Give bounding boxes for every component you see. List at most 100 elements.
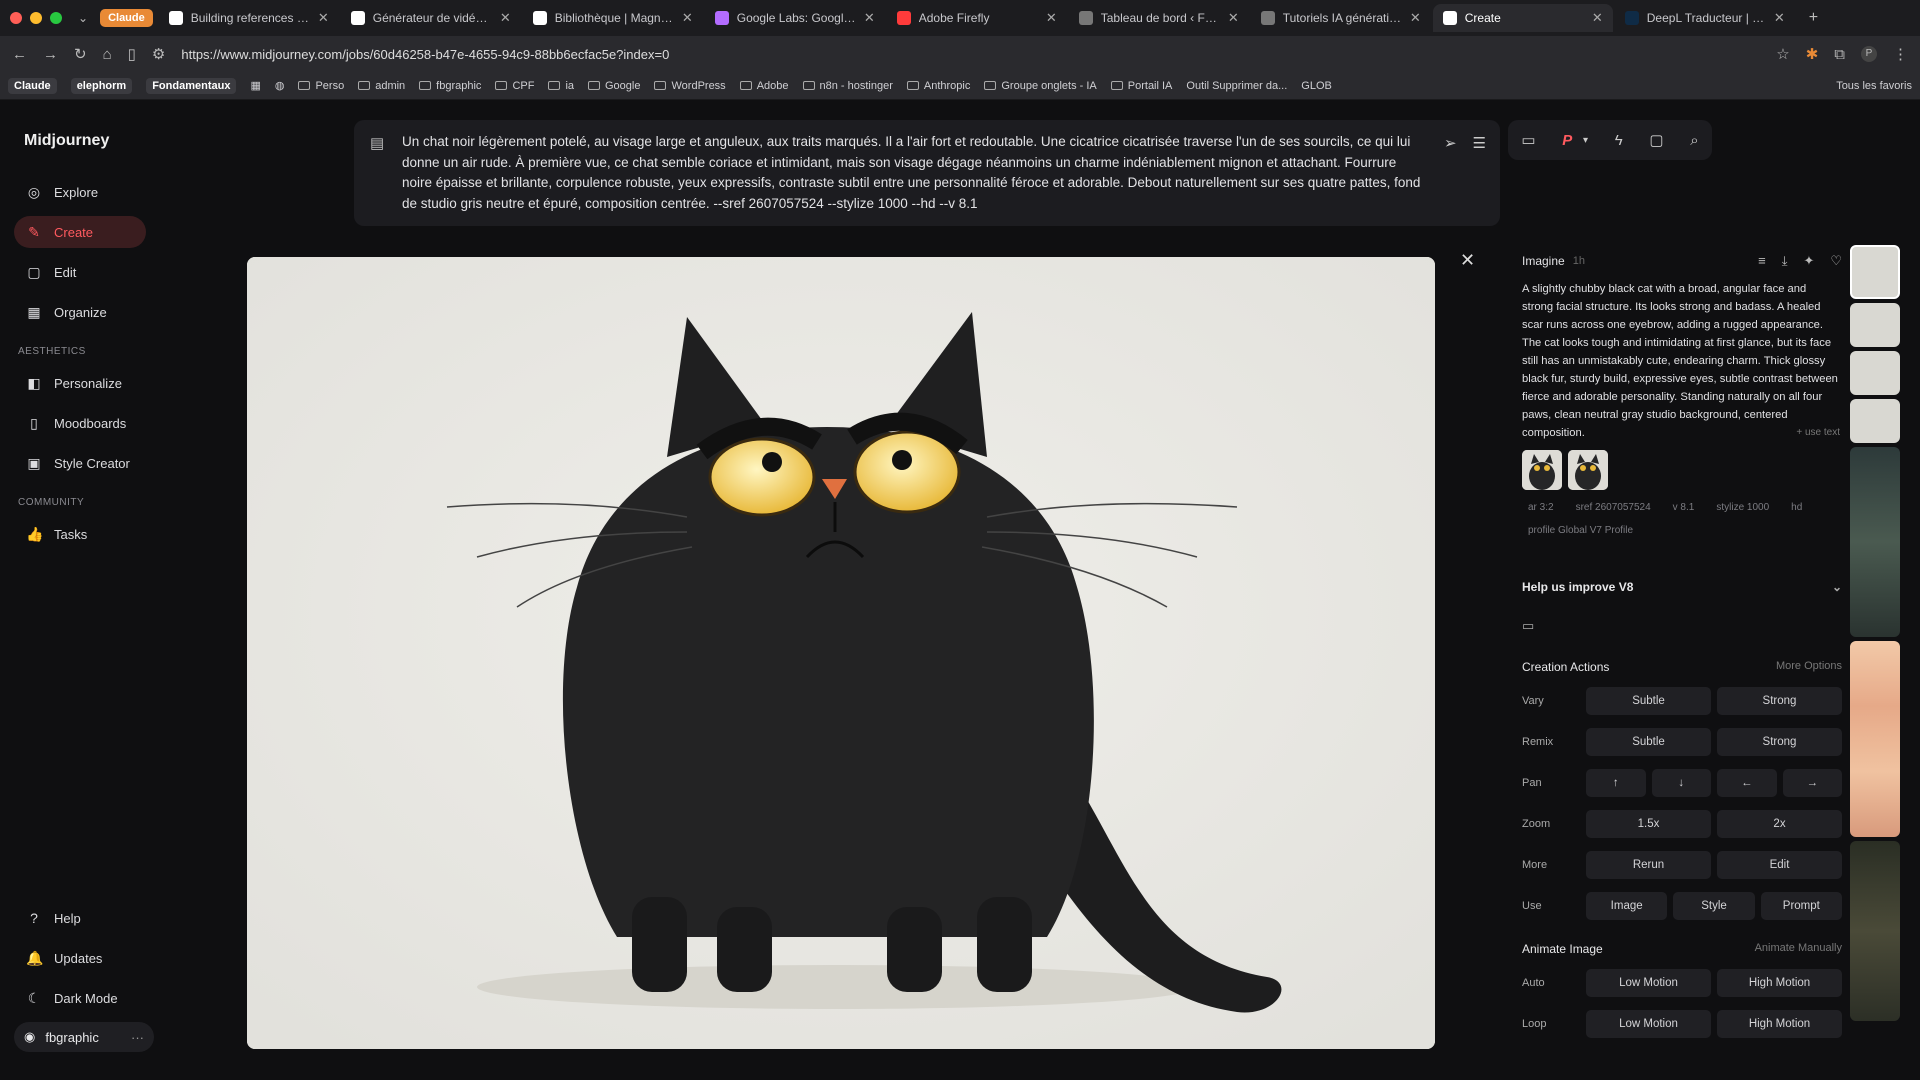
bookmark-folder[interactable]: fbgraphic [419, 80, 481, 92]
sidebar-item-edit[interactable]: ▢ Edit [14, 256, 146, 288]
bookmark-chip[interactable]: Claude [8, 77, 57, 94]
more-options-icon[interactable]: ··· [131, 1030, 144, 1045]
pan-button[interactable]: ↓ [1651, 769, 1711, 797]
auto-button[interactable]: High Motion [1717, 969, 1842, 997]
animate-manually-link[interactable]: Animate Manually [1755, 942, 1842, 956]
parameter-tag[interactable]: sref 2607057524 [1570, 500, 1657, 515]
sidebar-item-explore[interactable]: ◎ Explore [14, 176, 146, 208]
parameter-tag[interactable]: profile Global V7 Profile [1522, 523, 1639, 538]
bookmark-folder[interactable]: Groupe onglets - IA [984, 80, 1097, 92]
browser-tab[interactable]: Adobe Firefly ✕ [887, 4, 1067, 32]
close-window-button[interactable] [10, 12, 22, 24]
minimize-window-button[interactable] [30, 12, 42, 24]
sidebar-item-updates[interactable]: 🔔 Updates [14, 942, 154, 974]
browser-tab[interactable]: Tableau de bord ‹ Format ✕ [1069, 4, 1249, 32]
vary-button[interactable]: Subtle [1586, 687, 1711, 715]
search-icon[interactable]: ⌕ [1690, 132, 1698, 149]
heart-icon[interactable]: ♡ [1830, 253, 1842, 269]
close-tab-icon[interactable]: ✕ [500, 10, 511, 26]
bookmark-link[interactable]: Outil Supprimer da... [1186, 80, 1287, 92]
bookmark-star-icon[interactable]: ☆ [1776, 45, 1789, 63]
reload-icon[interactable]: ↻ [74, 45, 87, 63]
folder-icon[interactable]: ▭ [1522, 618, 1842, 634]
reference-thumbnail[interactable] [1568, 450, 1608, 490]
close-tab-icon[interactable]: ✕ [1774, 10, 1785, 26]
history-thumbnail[interactable] [1850, 303, 1900, 347]
generated-image[interactable] [247, 257, 1435, 1049]
parameter-tag[interactable]: stylize 1000 [1710, 500, 1775, 515]
close-tab-icon[interactable]: ✕ [682, 10, 693, 26]
close-tab-icon[interactable]: ✕ [1228, 10, 1239, 26]
extensions-puzzle-icon[interactable]: ⧉ [1834, 46, 1845, 63]
list-icon[interactable]: ≡ [1758, 253, 1766, 269]
download-icon[interactable]: ⤓ [1782, 253, 1788, 269]
more-button[interactable]: Edit [1717, 851, 1842, 879]
extension-icon[interactable]: ✱ [1806, 45, 1819, 63]
home-icon[interactable]: ⌂ [103, 46, 112, 63]
history-thumbnail[interactable] [1850, 245, 1900, 299]
chat-icon[interactable]: ▢ [1649, 131, 1663, 149]
bookmark-folder[interactable]: ia [548, 80, 574, 92]
vary-button[interactable]: Strong [1717, 687, 1842, 715]
lightning-icon[interactable]: ϟ [1615, 132, 1623, 149]
bookmark-folder[interactable]: Adobe [739, 80, 789, 92]
send-icon[interactable]: ➢ [1444, 134, 1457, 155]
forward-icon[interactable]: → [43, 46, 58, 63]
bookmark-chip[interactable]: Fondamentaux [146, 77, 237, 94]
bookmark-folder[interactable]: admin [358, 80, 405, 92]
bookmark-folder[interactable]: Perso [298, 80, 344, 92]
browser-tab[interactable]: Google Labs: Google's fo ✕ [705, 4, 885, 32]
feedback-section[interactable]: Help us improve V8 ⌄ [1522, 580, 1842, 594]
more-button[interactable]: Rerun [1586, 851, 1711, 879]
chevron-down-icon[interactable]: ▾ [1583, 135, 1588, 146]
parameter-tag[interactable]: ar 3:2 [1522, 500, 1560, 515]
history-thumbnail[interactable] [1850, 841, 1900, 1021]
bookmark-folder[interactable]: Anthropic [906, 80, 970, 92]
pan-button[interactable]: → [1782, 769, 1842, 797]
sidebar-item-dark-mode[interactable]: ☾ Dark Mode [14, 982, 154, 1014]
chevron-down-icon[interactable]: ⌄ [1832, 580, 1842, 594]
use-button[interactable]: Prompt [1760, 892, 1842, 920]
all-bookmarks-folder[interactable]: Tous les favoris [1836, 80, 1912, 92]
remix-button[interactable]: Strong [1717, 728, 1842, 756]
browser-tab[interactable]: Générateur de vidéos I M ✕ [341, 4, 521, 32]
prompt-image-icon[interactable]: ▤ [370, 134, 384, 155]
user-account-button[interactable]: ◉ fbgraphic ··· [14, 1022, 154, 1052]
use-button[interactable]: Style [1673, 892, 1755, 920]
more-options-link[interactable]: More Options [1776, 660, 1842, 674]
browser-tab[interactable]: Building references and g ✕ [159, 4, 339, 32]
tab-list-icon[interactable]: ⌄ [78, 11, 88, 25]
sidebar-toggle-icon[interactable]: ▯ [128, 45, 136, 63]
pan-button[interactable]: ↑ [1586, 769, 1646, 797]
browser-tab[interactable]: DeepL Traducteur | Le m ✕ [1615, 4, 1795, 32]
settings-sliders-icon[interactable]: ☰ [1473, 134, 1486, 155]
pinned-tab-claude[interactable]: Claude [100, 9, 153, 27]
sidebar-item-style-creator[interactable]: ▣ Style Creator [14, 447, 146, 479]
sidebar-item-personalize[interactable]: ◧ Personalize [14, 367, 146, 399]
bookmark-folder[interactable]: CPF [495, 80, 534, 92]
parameter-tag[interactable]: hd [1785, 500, 1808, 515]
folder-icon[interactable]: ▭ [1521, 131, 1535, 149]
history-thumbnail[interactable] [1850, 399, 1900, 443]
bookmark-chip[interactable]: elephorm [70, 77, 133, 94]
sidebar-item-create[interactable]: ✎ Create [14, 216, 146, 248]
use-text-link[interactable]: + use text [1796, 424, 1840, 442]
history-thumbnail[interactable] [1850, 351, 1900, 395]
pin-icon[interactable]: ✦ [1803, 253, 1814, 269]
back-icon[interactable]: ← [12, 46, 27, 63]
profile-avatar[interactable]: P [1861, 46, 1877, 62]
sidebar-item-tasks[interactable]: 👍 Tasks [14, 518, 146, 550]
remix-button[interactable]: Subtle [1586, 728, 1711, 756]
zoom-button[interactable]: 2x [1717, 810, 1842, 838]
close-icon[interactable]: ✕ [1460, 250, 1475, 271]
close-tab-icon[interactable]: ✕ [1592, 10, 1603, 26]
apps-grid-icon[interactable]: ▦ [250, 79, 260, 92]
loop-button[interactable]: High Motion [1717, 1010, 1842, 1038]
zoom-button[interactable]: 1.5x [1586, 810, 1711, 838]
bookmark-link[interactable]: GLOB [1301, 80, 1332, 92]
sidebar-item-organize[interactable]: ▦ Organize [14, 296, 146, 328]
auto-button[interactable]: Low Motion [1586, 969, 1711, 997]
prompt-box[interactable]: ▤ Un chat noir légèrement potelé, au vis… [354, 120, 1500, 226]
bookmark-folder[interactable]: n8n - hostinger [802, 80, 893, 92]
close-tab-icon[interactable]: ✕ [1046, 10, 1057, 26]
